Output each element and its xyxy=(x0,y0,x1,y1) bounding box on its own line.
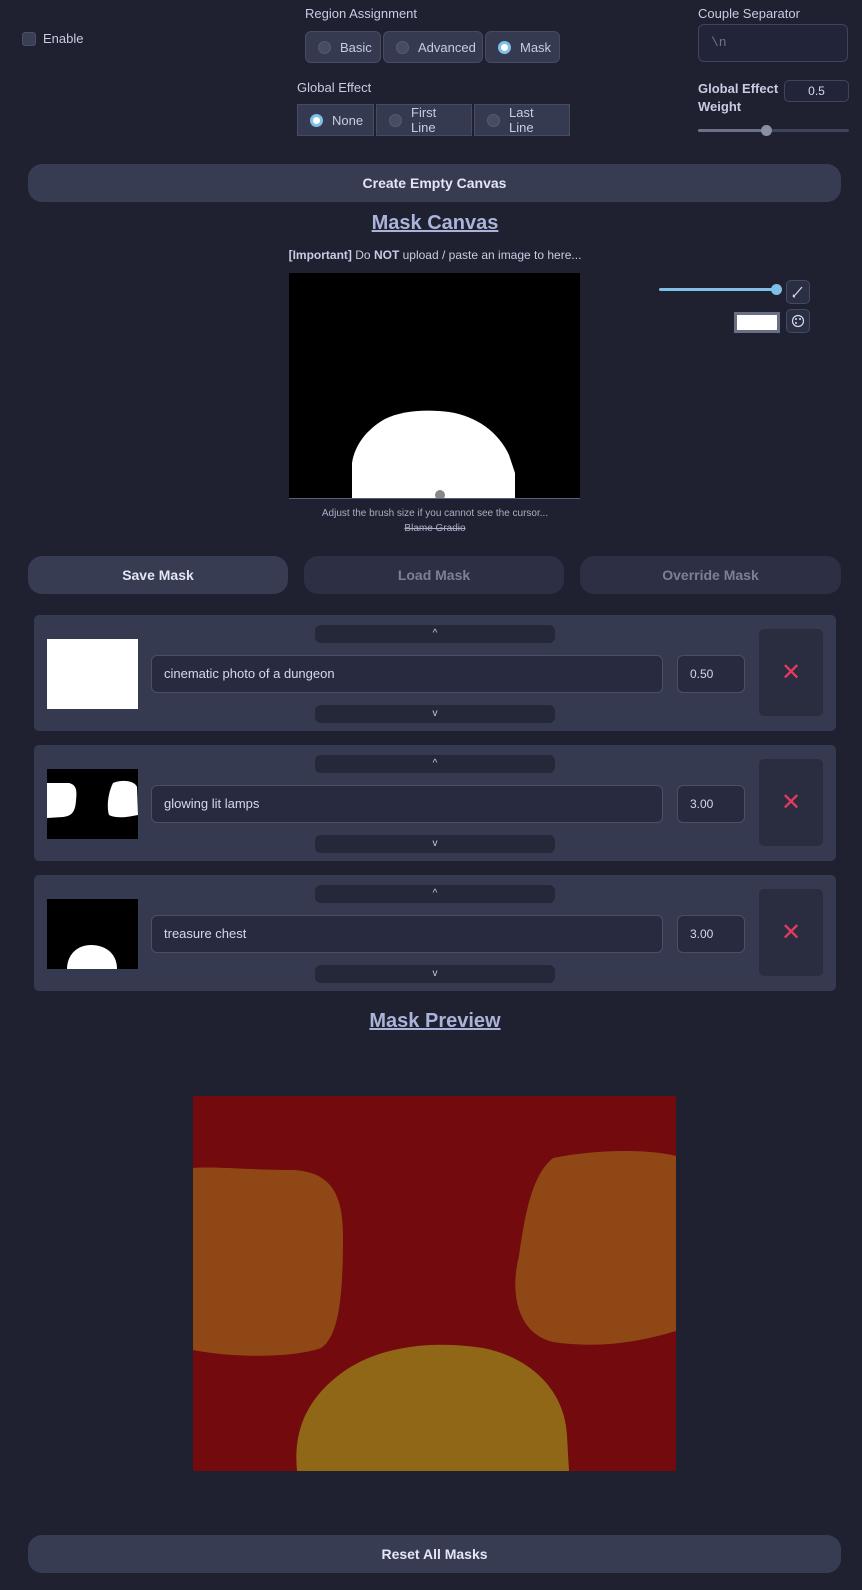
mask-layer-row: ^ cinematic photo of a dungeon 0.50 v ✕ xyxy=(34,615,836,731)
preview-lamp-right-region xyxy=(515,1151,676,1345)
radio-advanced[interactable]: Advanced xyxy=(383,31,483,63)
radio-none[interactable]: None xyxy=(297,104,374,136)
brush-size-thumb[interactable] xyxy=(771,284,782,295)
brush-size-hint: Adjust the brush size if you cannot see … xyxy=(321,508,549,519)
layer-mask-thumbnail xyxy=(47,899,138,969)
layer-weight-input[interactable]: 3.00 xyxy=(677,915,745,953)
slider-fill xyxy=(698,129,766,132)
layer-prompt-input[interactable]: treasure chest xyxy=(151,915,663,953)
reset-all-masks-button[interactable]: Reset All Masks xyxy=(28,1535,841,1573)
move-up-button[interactable]: ^ xyxy=(315,625,555,643)
layer-weight-input[interactable]: 0.50 xyxy=(677,655,745,693)
region-assignment-radio-group: Basic Advanced Mask xyxy=(305,31,560,63)
move-down-button[interactable]: v xyxy=(315,705,555,723)
enable-checkbox[interactable] xyxy=(22,32,36,46)
lamp-right-shape xyxy=(107,780,138,818)
brush-icon xyxy=(792,286,803,298)
lamp-left-shape xyxy=(47,783,77,818)
radio-first-line[interactable]: First Line xyxy=(376,104,472,136)
layer-weight-input[interactable]: 3.00 xyxy=(677,785,745,823)
brush-tool-button[interactable] xyxy=(786,280,810,304)
radio-dot-icon xyxy=(487,113,500,127)
save-mask-button[interactable]: Save Mask xyxy=(28,556,288,594)
palette-icon xyxy=(791,314,805,328)
mask-preview-title: Mask Preview xyxy=(369,1010,501,1032)
delete-layer-button[interactable]: ✕ xyxy=(759,889,823,976)
layer-prompt-input[interactable]: glowing lit lamps xyxy=(151,785,663,823)
global-effect-label: Global Effect xyxy=(297,80,372,95)
radio-dot-selected-icon xyxy=(310,113,323,127)
mask-preview-image xyxy=(193,1096,676,1471)
region-assignment-label: Region Assignment xyxy=(305,6,418,21)
load-mask-button[interactable]: Load Mask xyxy=(304,556,564,594)
radio-dot-icon xyxy=(389,113,402,127)
override-mask-button[interactable]: Override Mask xyxy=(580,556,841,594)
radio-last-line[interactable]: Last Line xyxy=(474,104,570,136)
mask-layer-row: ^ glowing lit lamps 3.00 v ✕ xyxy=(34,745,836,861)
create-empty-canvas-button[interactable]: Create Empty Canvas xyxy=(28,164,841,202)
radio-basic[interactable]: Basic xyxy=(305,31,381,63)
delete-layer-button[interactable]: ✕ xyxy=(759,629,823,716)
radio-dot-icon xyxy=(396,40,409,54)
couple-separator-input[interactable]: \n xyxy=(698,24,848,62)
enable-label: Enable xyxy=(43,31,84,46)
layer-prompt-input[interactable]: cinematic photo of a dungeon xyxy=(151,655,663,693)
global-effect-weight-number[interactable]: 0.5 xyxy=(784,80,849,102)
slider-thumb[interactable] xyxy=(760,125,772,136)
preview-lamp-left-region xyxy=(193,1167,343,1356)
mask-stroke-shape xyxy=(352,410,515,498)
brush-color-swatch[interactable] xyxy=(734,312,780,333)
chest-shape xyxy=(67,945,117,969)
brush-size-slider[interactable] xyxy=(659,288,776,291)
radio-dot-selected-icon xyxy=(498,40,511,54)
blame-gradio-note: Blame Gradio xyxy=(404,523,466,534)
delete-layer-button[interactable]: ✕ xyxy=(759,759,823,846)
layer-mask-thumbnail xyxy=(47,769,138,839)
layer-mask-thumbnail xyxy=(47,639,138,709)
global-effect-weight-label: Global Effect Weight xyxy=(698,81,779,114)
radio-dot-icon xyxy=(318,40,331,54)
mask-canvas-title: Mask Canvas xyxy=(371,212,499,234)
important-note: [Important] Do NOT upload / paste an ima… xyxy=(288,248,582,262)
move-up-button[interactable]: ^ xyxy=(315,755,555,773)
radio-mask[interactable]: Mask xyxy=(485,31,560,63)
global-effect-weight-slider[interactable] xyxy=(698,129,849,132)
global-effect-radio-group: None First Line Last Line xyxy=(297,104,570,136)
color-picker-button[interactable] xyxy=(786,309,810,333)
couple-separator-label: Couple Separator xyxy=(698,6,800,21)
mask-drawing-canvas[interactable] xyxy=(289,273,580,499)
move-down-button[interactable]: v xyxy=(315,965,555,983)
mask-layer-row: ^ treasure chest 3.00 v ✕ xyxy=(34,875,836,991)
move-down-button[interactable]: v xyxy=(315,835,555,853)
move-up-button[interactable]: ^ xyxy=(315,885,555,903)
